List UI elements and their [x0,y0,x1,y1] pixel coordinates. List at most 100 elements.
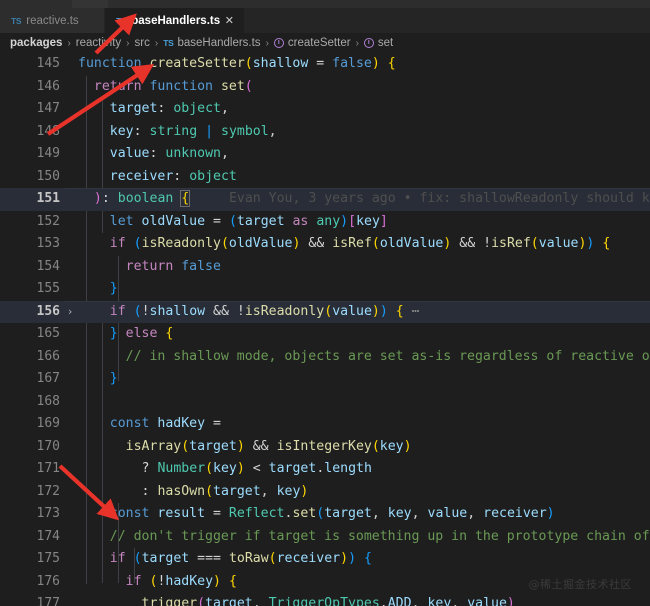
code-line: 150 receiver: object [0,166,650,189]
folded-region-ellipsis: ⋯ [411,303,420,319]
tab-reactive-ts[interactable]: TS reactive.ts [0,8,105,33]
code-line: 167 } [0,368,650,391]
symbol-method-icon [363,38,374,48]
vscode-window: TS reactive.ts TS baseHandlers.ts ✕ pack… [0,0,650,606]
line-number: 155 [36,281,60,296]
code-line: 171 ? Number(key) < target.length [0,458,650,481]
line-number: 153 [36,236,60,251]
breadcrumb-item-createsetter[interactable]: createSetter [273,37,351,49]
breadcrumb-item-basehandlers-ts[interactable]: TS baseHandlers.ts [163,37,260,49]
tab-bar-empty-space [245,8,650,33]
line-number: 152 [36,213,60,229]
breadcrumb-label: set [377,37,394,49]
code-line: 169 const hadKey = [0,413,650,436]
line-number: 148 [36,123,60,139]
line-number: 150 [36,168,60,184]
line-number: 168 [36,393,60,409]
code-line: 166 // in shallow mode, objects are set … [0,346,650,369]
line-number: 173 [36,506,60,521]
code-content: return false [125,258,221,274]
code-line: 175 if (target === toRaw(receiver)) { [0,548,650,571]
code-content: let oldValue = (target as any)[key] [109,213,388,229]
tab-basehandlers-ts[interactable]: TS baseHandlers.ts ✕ [105,8,245,33]
line-number: 145 [36,56,60,71]
breadcrumb-label: createSetter [287,37,351,49]
breadcrumb-separator-icon: › [67,37,71,49]
code-line: 147 target: object, [0,98,650,121]
code-content: receiver: object [109,168,237,184]
breadcrumb-label: baseHandlers.ts [177,37,261,49]
code-content: if (!shallow && !isReadonly(value)) { ⋯ [109,303,420,319]
code-content: } [109,281,118,296]
code-content: ? Number(key) < target.length [141,461,372,476]
line-number: 167 [36,371,60,386]
code-line: 165 } else { [0,323,650,346]
watermark: @稀土掘金技术社区 [528,578,632,591]
code-content: const result = Reflect.set(target, key, … [109,506,555,521]
window-chrome-partial-element [72,0,108,8]
code-content: } [109,371,118,386]
code-line: 145 function createSetter(shallow = fals… [0,53,650,76]
code-line: 172 : hasOwn(target, key) [0,481,650,504]
line-number: 176 [36,573,60,589]
code-content: trigger(target, TriggerOpTypes.ADD, key,… [141,596,515,606]
chevron-right-fold-icon[interactable]: › [64,301,76,324]
code-content: // in shallow mode, objects are set as-i… [125,348,650,364]
code-content: function createSetter(shallow = false) { [78,56,396,71]
typescript-file-icon: TS [11,15,22,26]
code-line-active: 151 ): boolean { Evan You, 3 years ago •… [0,188,650,211]
code-content: key: string | symbol, [109,123,277,139]
typescript-file-icon: TS [116,16,127,26]
code-content: // don't trigger if target is something … [109,528,650,544]
breadcrumb-separator-icon: › [265,37,269,49]
code-line: 174 // don't trigger if target is someth… [0,526,650,549]
code-line: 155 } [0,278,650,301]
code-line: 149 value: unknown, [0,143,650,166]
code-content: value: unknown, [109,146,229,161]
line-number: 177 [36,596,60,606]
line-number: 151 [36,191,60,206]
line-number: 166 [36,348,60,364]
code-content: if (isReadonly(oldValue) && isRef(oldVal… [109,236,611,251]
code-line-folded: 156 › if (!shallow && !isReadonly(value)… [0,300,650,324]
line-number: 171 [36,461,60,476]
code-editor[interactable]: 145 function createSetter(shallow = fals… [0,53,650,606]
line-number: 147 [36,101,60,116]
code-content: if (target === toRaw(receiver)) { [109,551,372,566]
git-blame-annotation: Evan You, 3 years ago • fix: shallowRead… [228,191,650,206]
code-line: 146 return function set( [0,76,650,99]
line-number: 175 [36,551,60,566]
breadcrumb-separator-icon: › [126,37,130,49]
code-content [78,391,86,414]
code-content: ): boolean { Evan You, 3 years ago • fix… [78,188,650,211]
code-line: 168 [0,391,650,414]
breadcrumb: packages › reactivity › src › TS baseHan… [0,33,650,53]
typescript-file-icon: TS [163,38,174,48]
breadcrumb-item-src[interactable]: src [135,37,150,49]
breadcrumb-separator-icon: › [355,37,359,49]
line-number: 154 [36,258,60,274]
code-content: return function set( [93,78,253,94]
breadcrumb-item-set[interactable]: set [363,37,394,49]
line-number: 156 [36,303,60,319]
line-number: 149 [36,146,60,161]
close-icon[interactable]: ✕ [225,15,234,27]
breadcrumb-label: packages [10,37,63,49]
breadcrumb-label: src [134,37,150,49]
code-line: 173 const result = Reflect.set(target, k… [0,503,650,526]
breadcrumb-label: reactivity [75,37,122,49]
code-content: } else { [109,326,174,341]
line-number: 146 [36,78,60,94]
breadcrumb-item-packages[interactable]: packages [10,37,62,49]
breadcrumb-separator-icon: › [154,37,159,49]
breadcrumb-item-reactivity[interactable]: reactivity [76,37,121,49]
code-content: if (!hadKey) { [125,573,237,589]
code-line: 152 let oldValue = (target as any)[key] [0,211,650,234]
line-number: 174 [36,528,60,544]
symbol-method-icon [273,38,284,48]
line-number: 170 [36,438,60,454]
window-chrome-strip [0,0,650,8]
code-line: 148 key: string | symbol, [0,121,650,144]
code-content: target: object, [109,101,229,116]
tab-label: baseHandlers.ts [131,15,220,27]
